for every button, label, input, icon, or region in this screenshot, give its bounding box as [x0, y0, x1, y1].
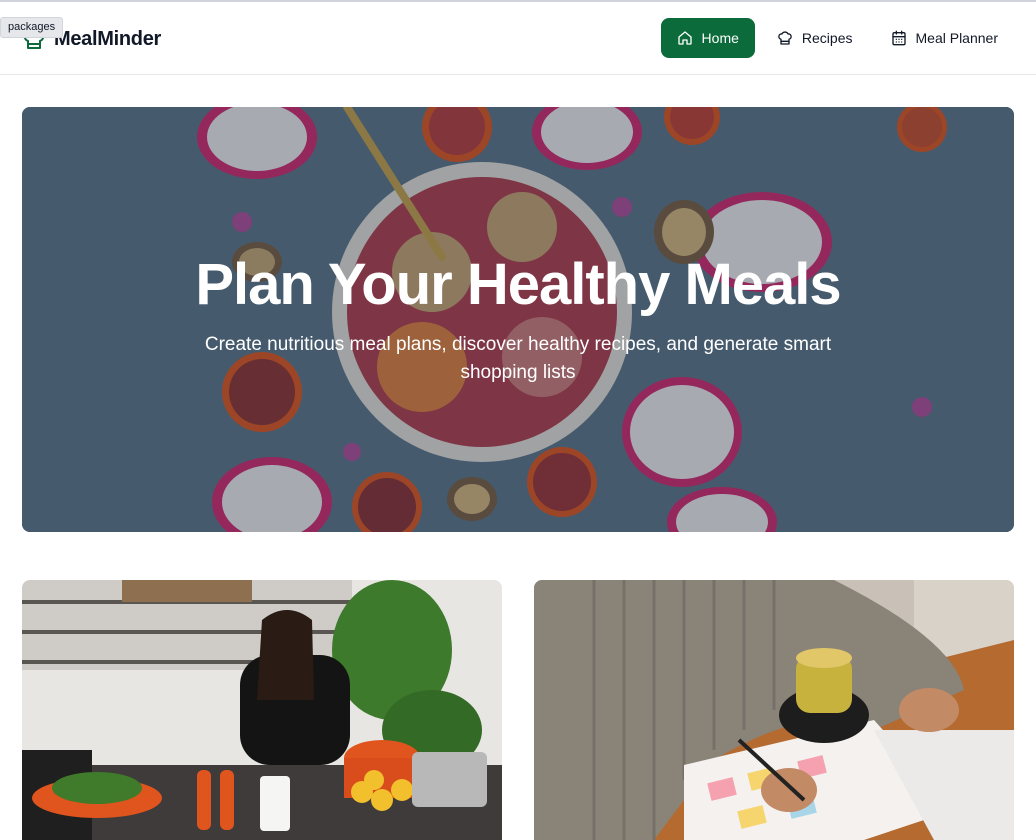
meal-planning-image — [534, 580, 1014, 840]
brand-name: MealMinder — [54, 27, 162, 50]
cooking-kitchen-image — [22, 580, 502, 840]
feature-card-image-cooking[interactable] — [22, 580, 502, 840]
site-header: packages MealMinder Home Recipes Meal Pl… — [0, 2, 1036, 75]
calendar-icon — [891, 30, 906, 46]
nav-recipes[interactable]: Recipes — [761, 18, 869, 58]
hero-subtitle: Create nutritious meal plans, discover h… — [204, 334, 832, 383]
chef-hat-icon — [778, 31, 792, 45]
nav-home[interactable]: Home — [660, 18, 755, 58]
nav-meal-planner[interactable]: Meal Planner — [875, 18, 1015, 58]
feature-card-image-planning[interactable] — [534, 580, 1014, 840]
hero-overlay — [22, 107, 1014, 532]
tooltip: packages — [0, 17, 64, 38]
nav-home-label: Home — [701, 30, 739, 46]
hero-banner: Plan Your Healthy Meals Create nutritiou… — [22, 107, 1014, 532]
hero-title: Plan Your Healthy Meals — [195, 252, 841, 317]
nav-recipes-label: Recipes — [801, 30, 853, 46]
main-nav: Home Recipes Meal Planner — [655, 18, 1014, 58]
nav-meal-planner-label: Meal Planner — [915, 30, 999, 46]
home-icon — [677, 31, 692, 45]
